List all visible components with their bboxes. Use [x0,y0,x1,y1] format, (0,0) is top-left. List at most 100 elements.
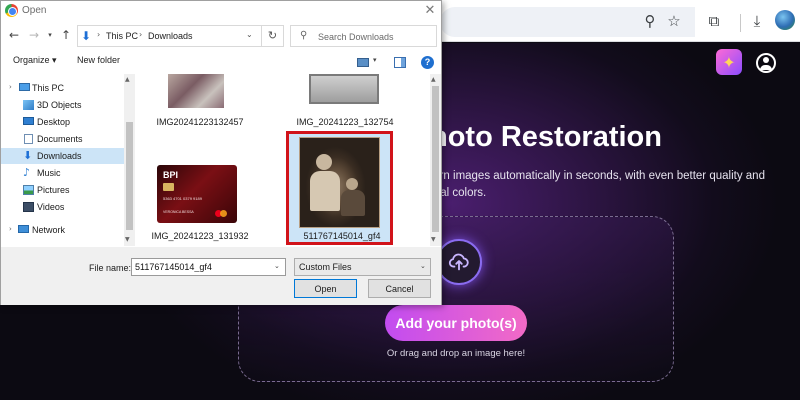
photo-figure [310,171,340,211]
documents-icon [24,134,33,144]
dialog-titlebar[interactable]: Open ✕ [1,1,441,21]
nav-item-desktop[interactable]: Desktop [1,114,124,130]
search-icon: ⚲ [300,30,308,41]
photo-figure [316,154,332,170]
dialog-toolbar: Organize ▾ New folder ▾ ? [1,51,441,73]
help-icon[interactable]: ? [421,56,434,69]
nav-item-videos[interactable]: Videos [1,199,124,215]
gift-icon[interactable]: ✦ [716,49,742,75]
search-box[interactable]: ⚲ [290,25,437,47]
nav-item-documents[interactable]: Documents [1,131,124,147]
dialog-title: Open [22,5,47,16]
new-folder-button[interactable]: New folder [77,55,120,65]
nav-item-label: 3D Objects [37,100,82,110]
file-item-selected[interactable]: 511767145014_gf4 [286,131,393,245]
breadcrumb-separator-icon[interactable]: › [97,30,100,39]
file-item[interactable]: IMG_20241223_132754 [285,74,405,132]
nav-item-this-pc[interactable]: › This PC [1,80,124,96]
address-dropdown-icon[interactable]: ⌄ [246,30,253,39]
credit-card-thumbnail: BPI 5363 4701 0379 9189 VERONICA BESSA [157,165,237,223]
scroll-up-icon[interactable]: ▲ [125,76,130,83]
download-icon[interactable]: ⤓ [748,12,766,30]
file-thumbnail [168,74,224,108]
file-name: 511767145014_gf4 [303,231,381,241]
forward-arrow-icon[interactable]: → [27,27,41,43]
zoom-icon[interactable]: ⚲ [641,12,659,30]
nav-item-label: Pictures [37,185,70,195]
refresh-icon[interactable]: ↻ [262,25,284,47]
cancel-button[interactable]: Cancel [368,279,431,298]
card-number-text: 5363 4701 0379 9189 [163,196,202,201]
file-type-chevron-icon[interactable]: ⌄ [420,262,426,270]
music-icon: ♪ [23,166,31,179]
search-input[interactable] [318,29,433,44]
card-logo-icon [220,210,227,217]
scroll-up-icon[interactable]: ▲ [431,76,436,83]
view-options-chevron-icon[interactable]: ▾ [373,56,377,64]
photo-figure [341,190,365,216]
file-item[interactable]: BPI 5363 4701 0379 9189 VERONICA BESSA I… [140,165,260,245]
close-icon[interactable]: ✕ [421,2,439,19]
file-name-history-chevron-icon[interactable]: ⌄ [274,262,280,270]
nav-item-label: Music [37,168,61,178]
nav-item-pictures[interactable]: Pictures [1,182,124,198]
add-photo-button[interactable]: Add your photo(s) [385,305,527,341]
scroll-down-icon[interactable]: ▼ [431,236,436,243]
user-account-icon[interactable] [756,53,776,73]
file-name: IMG20241223132457 [156,117,244,127]
file-item[interactable]: IMG20241223132457 [140,74,260,132]
preview-pane-icon[interactable] [394,57,406,68]
recent-locations-chevron-icon[interactable]: ▾ [43,27,57,43]
back-arrow-icon[interactable]: ← [7,27,21,43]
upload-cloud-icon[interactable] [436,239,482,285]
navigation-scrollbar[interactable]: ▲ ▼ [124,74,135,246]
organize-button[interactable]: Organize ▾ [13,55,57,66]
nav-item-downloads[interactable]: ⬇ Downloads [1,148,124,164]
card-chip-icon [163,183,174,191]
nav-item-label: Videos [37,202,65,212]
drag-drop-hint: Or drag and drop an image here! [386,348,526,359]
up-arrow-icon[interactable]: ↑ [59,27,73,43]
navigation-pane: › This PC 3D Objects Desktop Documents ⬇… [1,74,124,246]
star-icon[interactable]: ☆ [665,12,683,30]
nav-item-music[interactable]: ♪ Music [1,165,124,181]
nav-item-label: Downloads [37,151,82,161]
open-file-dialog: Open ✕ ← → ▾ ↑ ⬇ › This PC › Downloads ⌄… [0,0,442,305]
page-title: hoto Restoration [430,121,662,153]
file-name: IMG_20241223_132754 [296,117,394,127]
nav-item-network[interactable]: › Network [1,222,124,238]
download-arrow-icon: ⬇ [23,149,33,162]
chrome-logo-icon [5,4,18,17]
nav-item-label: This PC [32,83,65,93]
profile-avatar[interactable] [775,10,795,30]
file-type-select[interactable]: Custom Files [294,258,431,276]
breadcrumb-separator-icon[interactable]: › [139,30,142,39]
scrollbar-thumb[interactable] [432,86,439,232]
open-button[interactable]: Open [294,279,357,298]
vintage-photo-thumbnail [299,137,380,228]
address-bar[interactable]: ⬇ › This PC › Downloads ⌄ [77,25,262,47]
network-icon [18,225,29,233]
extensions-icon[interactable]: ⧉ [705,12,723,30]
cube-icon [23,100,34,110]
breadcrumb-this-pc[interactable]: This PC [106,31,138,41]
scrollbar-thumb[interactable] [126,122,133,230]
file-list-scrollbar[interactable]: ▲ ▼ [430,74,441,246]
nav-item-label: Desktop [37,117,71,127]
scroll-down-icon[interactable]: ▼ [125,236,130,243]
breadcrumb-downloads[interactable]: Downloads [148,31,193,41]
nav-item-label: Documents [37,134,83,144]
file-list-pane: IMG20241223132457 IMG_20241223_132754 BP… [137,74,429,246]
card-holder-text: VERONICA BESSA [163,210,194,214]
videos-icon [23,202,34,212]
file-name-input[interactable] [131,258,286,276]
dialog-footer: File name: ⌄ Custom Files ⌄ Open Cancel [1,247,441,305]
photo-figure [346,178,358,190]
change-view-icon[interactable] [357,58,369,67]
file-thumbnail [309,74,379,104]
page-description: torn images automatically in seconds, wi… [430,170,765,199]
file-name: IMG_20241223_131932 [151,231,249,241]
computer-icon [19,83,30,91]
dialog-navbar: ← → ▾ ↑ ⬇ › This PC › Downloads ⌄ ↻ ⚲ [1,23,441,49]
nav-item-3d-objects[interactable]: 3D Objects [1,97,124,113]
